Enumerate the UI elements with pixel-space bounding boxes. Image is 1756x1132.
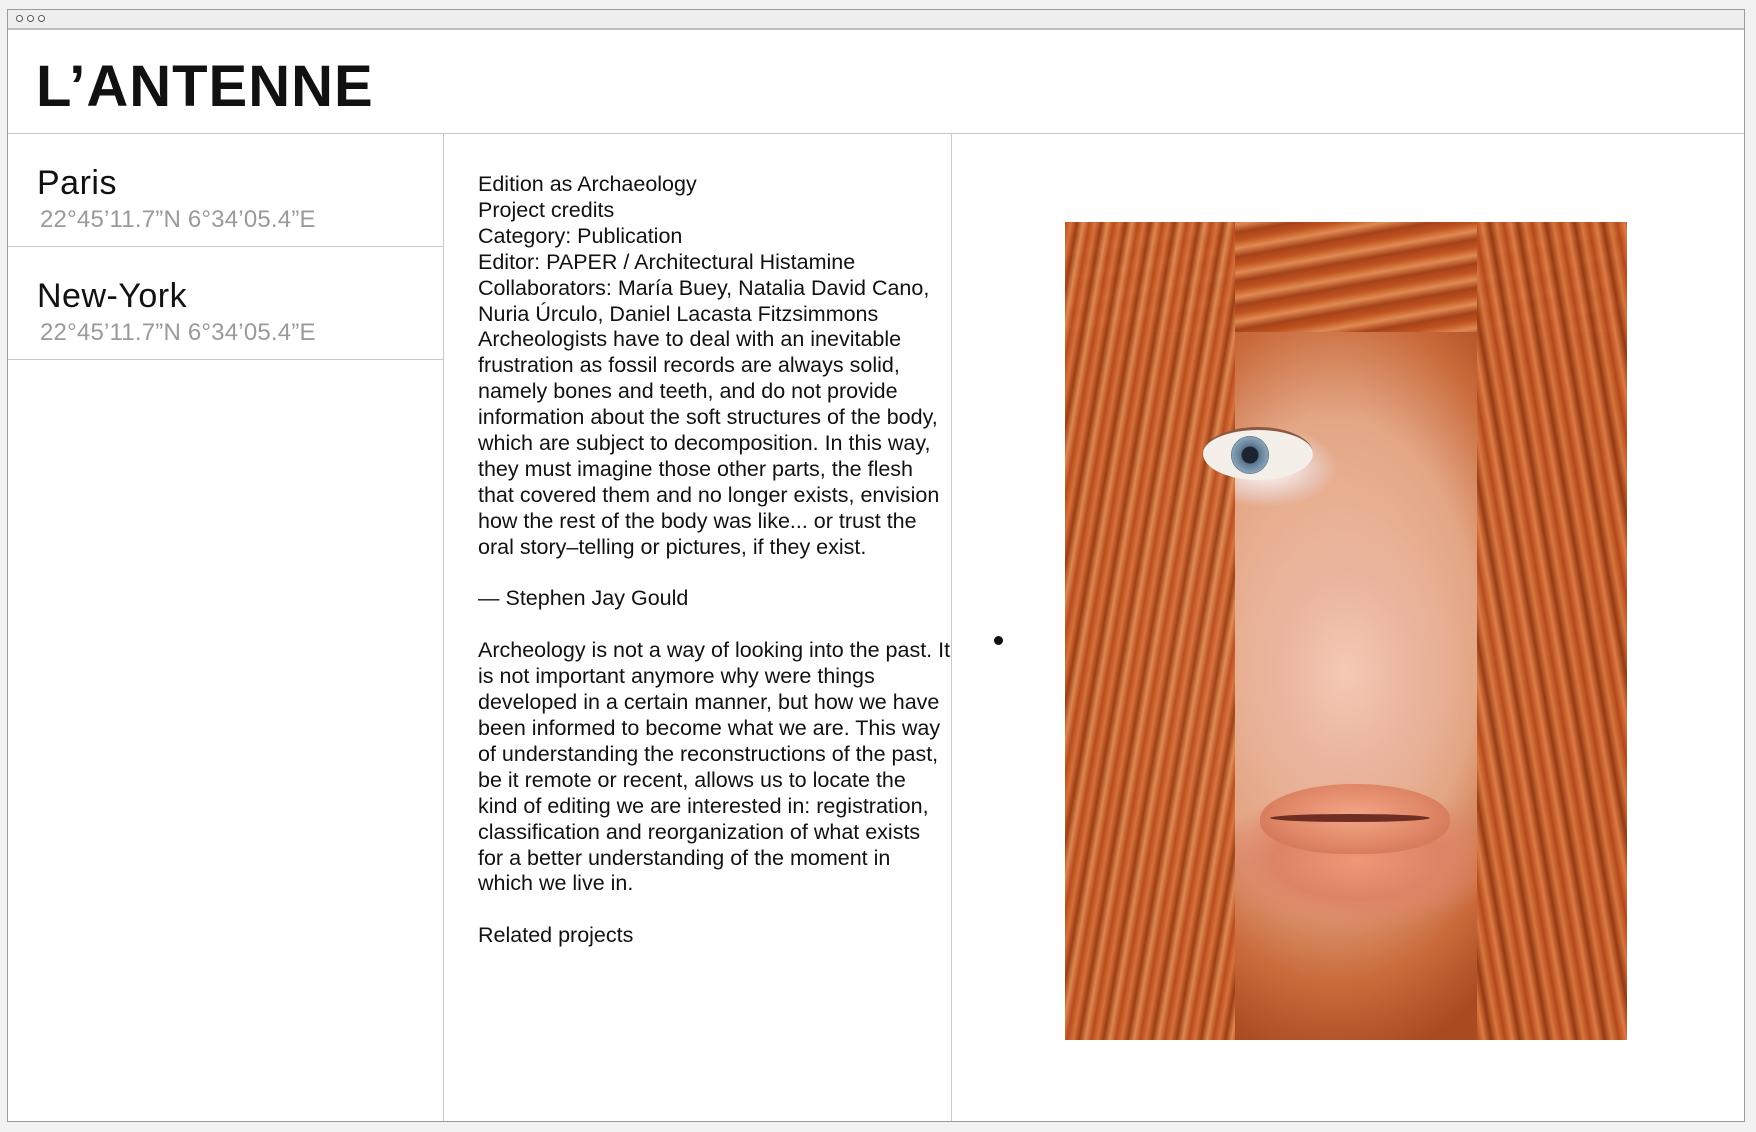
window-controls — [16, 15, 45, 22]
project-collaborators: Collaborators: María Buey, Natalia David… — [478, 275, 930, 326]
project-editor: Editor: PAPER / Architectural Histamine — [478, 249, 856, 274]
project-credits-label: Project credits — [478, 197, 615, 222]
image-column — [952, 134, 1744, 1121]
minimize-window-button[interactable] — [27, 15, 34, 22]
site-header: L’ANTENNE — [8, 30, 1744, 134]
related-projects-link[interactable]: Related projects — [478, 923, 951, 949]
eye-shape — [1203, 427, 1313, 480]
hair-shape — [1065, 222, 1235, 1040]
project-category: Category: Publication — [478, 223, 683, 248]
close-window-button[interactable] — [16, 15, 23, 22]
location-coordinates: 22°45’11.7”N 6°34’05.4”E — [40, 319, 316, 346]
location-coordinates: 22°45’11.7”N 6°34’05.4”E — [40, 206, 316, 233]
location-name: Paris — [37, 164, 117, 202]
project-title: Edition as Archaeology — [478, 172, 697, 196]
site-logo[interactable]: L’ANTENNE — [36, 58, 374, 116]
bullet-dot-icon — [994, 636, 1003, 645]
project-quote: Archeologists have to deal with an inevi… — [478, 327, 940, 559]
location-new-york[interactable]: New-York 22°45’11.7”N 6°34’05.4”E — [8, 247, 443, 360]
window-titlebar — [8, 10, 1744, 30]
location-paris[interactable]: Paris 22°45’11.7”N 6°34’05.4”E — [8, 134, 443, 247]
mouth-shape — [1270, 814, 1430, 822]
hair-shape — [1477, 222, 1627, 1040]
project-body: Archeology is not a way of looking into … — [478, 638, 951, 896]
maximize-window-button[interactable] — [38, 15, 45, 22]
browser-window: L’ANTENNE Paris 22°45’11.7”N 6°34’05.4”E… — [7, 9, 1745, 1122]
quote-author: — Stephen Jay Gould — [478, 586, 689, 611]
locations-column: Paris 22°45’11.7”N 6°34’05.4”E New-York … — [8, 134, 444, 1121]
iris-shape — [1231, 436, 1269, 474]
location-name: New-York — [37, 277, 188, 315]
portrait-image — [1065, 222, 1627, 1040]
project-text-column: Edition as Archaeology Project credits C… — [444, 134, 952, 1121]
